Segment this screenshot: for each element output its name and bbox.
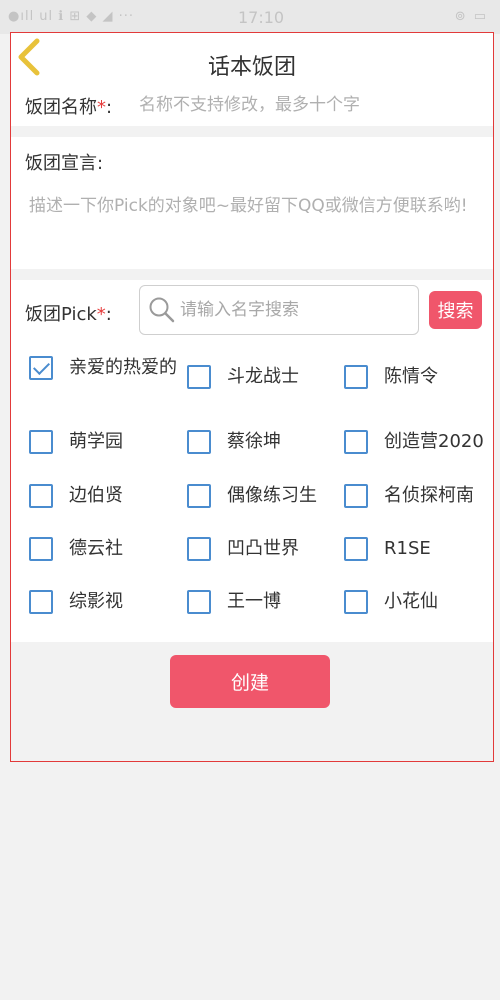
pick-option[interactable]: 德云社 — [29, 537, 123, 561]
pick-option[interactable]: 萌学园 — [29, 430, 123, 454]
option-label: 王一博 — [227, 591, 281, 612]
name-label: 饭团名称*: — [25, 93, 112, 119]
group-name-input[interactable] — [139, 91, 439, 119]
checkbox[interactable] — [187, 537, 211, 561]
pick-option[interactable]: 斗龙战士 — [187, 365, 299, 389]
name-label-colon: : — [106, 97, 113, 118]
checkbox[interactable] — [187, 430, 211, 454]
pick-option[interactable]: 凹凸世界 — [187, 537, 299, 561]
required-mark: * — [96, 304, 106, 325]
option-label: 蔡徐坤 — [227, 431, 281, 452]
name-label-text: 饭团名称 — [25, 97, 97, 118]
page-title: 话本饭团 — [207, 55, 296, 80]
pick-option[interactable]: 蔡徐坤 — [187, 430, 281, 454]
pick-option[interactable]: R1SE — [344, 537, 431, 561]
pick-option[interactable]: 王一博 — [187, 590, 281, 614]
signal-icons: ●ıll ul ℹ ⊞ ◆ ◢ ··· — [8, 9, 135, 24]
option-label: 偶像练习生 — [227, 485, 317, 506]
pick-option[interactable]: 偶像练习生 — [187, 484, 317, 508]
option-label: 创造营2020 — [384, 431, 484, 452]
pick-option[interactable]: 亲爱的热爱的 — [29, 356, 187, 380]
search-input[interactable] — [180, 296, 412, 324]
option-label: 亲爱的热爱的 — [69, 357, 177, 378]
checkbox[interactable] — [187, 484, 211, 508]
option-label: 综影视 — [69, 591, 123, 612]
create-group-form: 话本饭团 饭团名称*: 饭团宣言: 饭团Pick*: 搜索 亲爱的热爱的 斗龙战… — [10, 32, 494, 762]
status-bar: ●ıll ul ℹ ⊞ ◆ ◢ ··· 17:10 ⊚ ▭ — [0, 0, 500, 34]
option-label: 萌学园 — [69, 431, 123, 452]
pick-label-text: 饭团Pick — [25, 304, 97, 325]
option-label: 德云社 — [69, 538, 123, 559]
required-mark: * — [97, 97, 106, 118]
declaration-input[interactable] — [29, 193, 469, 263]
pick-option[interactable]: 名侦探柯南 — [344, 484, 474, 508]
option-label: R1SE — [384, 538, 431, 559]
checkbox[interactable] — [29, 590, 53, 614]
checkbox[interactable] — [187, 590, 211, 614]
pick-label: 饭团Pick*: — [25, 300, 112, 326]
search-button[interactable]: 搜索 — [429, 291, 482, 329]
checkbox[interactable] — [29, 430, 53, 454]
status-clock: 17:10 — [238, 8, 285, 27]
checkbox[interactable] — [29, 484, 53, 508]
battery-icon: ⊚ ▭ — [454, 9, 488, 24]
pick-option[interactable]: 创造营2020 — [344, 430, 484, 454]
search-icon — [149, 297, 175, 323]
declaration-label: 饭团宣言: — [25, 153, 104, 174]
option-label: 边伯贤 — [69, 485, 123, 506]
pick-label-colon: : — [105, 304, 112, 325]
checkbox[interactable] — [344, 430, 368, 454]
option-label: 小花仙 — [384, 591, 438, 612]
create-button[interactable]: 创建 — [170, 655, 330, 708]
checkbox[interactable] — [344, 484, 368, 508]
pick-option[interactable]: 边伯贤 — [29, 484, 123, 508]
option-label: 凹凸世界 — [227, 538, 299, 559]
pick-option[interactable]: 综影视 — [29, 590, 123, 614]
checkbox[interactable] — [344, 537, 368, 561]
option-label: 名侦探柯南 — [384, 485, 474, 506]
checkbox[interactable] — [29, 537, 53, 561]
pick-option[interactable]: 小花仙 — [344, 590, 438, 614]
checkbox[interactable] — [187, 365, 211, 389]
option-label: 陈情令 — [384, 366, 438, 387]
pick-option[interactable]: 陈情令 — [344, 365, 438, 389]
checkbox-checked[interactable] — [29, 356, 53, 380]
checkbox[interactable] — [344, 365, 368, 389]
option-label: 斗龙战士 — [227, 366, 299, 387]
search-box — [139, 285, 419, 335]
checkbox[interactable] — [344, 590, 368, 614]
